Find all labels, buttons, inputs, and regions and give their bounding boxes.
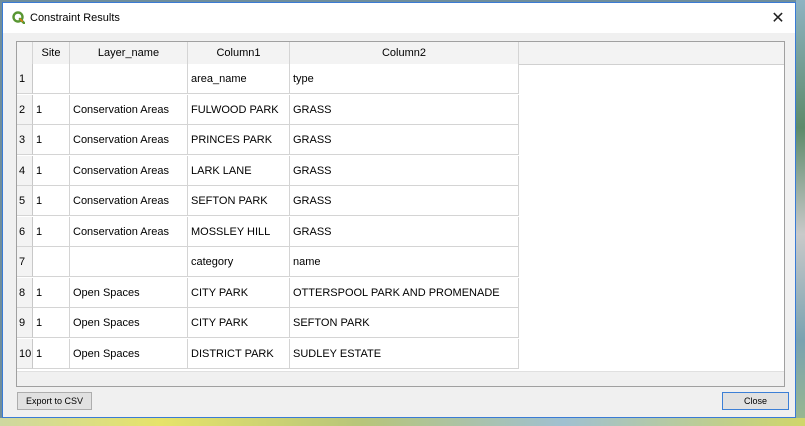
export-csv-button[interactable]: Export to CSV: [17, 392, 92, 410]
table-row[interactable]: 7 category name: [17, 247, 519, 277]
cell-column1[interactable]: category: [188, 247, 290, 277]
cell-column2[interactable]: type: [290, 64, 519, 94]
column-header-column1[interactable]: Column1: [188, 42, 290, 64]
cell-layer-name[interactable]: [70, 64, 188, 94]
cell-layer-name[interactable]: Conservation Areas: [70, 216, 188, 247]
cell-column1[interactable]: LARK LANE: [188, 155, 290, 186]
table-row[interactable]: 4 1 Conservation Areas LARK LANE GRASS: [17, 155, 519, 186]
cell-column2[interactable]: name: [290, 247, 519, 277]
table-row[interactable]: 3 1 Conservation Areas PRINCES PARK GRASS: [17, 125, 519, 155]
cell-column2[interactable]: SUDLEY ESTATE: [290, 338, 519, 369]
close-button[interactable]: Close: [722, 392, 789, 410]
cell-site[interactable]: 1: [33, 186, 70, 216]
cell-site[interactable]: [33, 247, 70, 277]
row-number[interactable]: 5: [17, 186, 33, 216]
cell-column1[interactable]: FULWOOD PARK: [188, 94, 290, 125]
row-number[interactable]: 2: [17, 94, 33, 125]
close-icon[interactable]: ✕: [767, 7, 789, 29]
table-row[interactable]: 9 1 Open Spaces CITY PARK SEFTON PARK: [17, 308, 519, 338]
row-number[interactable]: 9: [17, 308, 33, 338]
cell-column1[interactable]: PRINCES PARK: [188, 125, 290, 155]
background-map-right: [796, 0, 805, 426]
table-row[interactable]: 5 1 Conservation Areas SEFTON PARK GRASS: [17, 186, 519, 216]
table-row[interactable]: 1 area_name type: [17, 64, 519, 94]
cell-layer-name[interactable]: Conservation Areas: [70, 186, 188, 216]
horizontal-scrollbar[interactable]: [17, 371, 784, 386]
row-number[interactable]: 4: [17, 155, 33, 186]
row-number[interactable]: 8: [17, 277, 33, 308]
corner-header[interactable]: [17, 42, 33, 64]
cell-column2[interactable]: GRASS: [290, 155, 519, 186]
cell-layer-name[interactable]: Conservation Areas: [70, 125, 188, 155]
row-number[interactable]: 10: [17, 338, 33, 369]
row-number[interactable]: 6: [17, 216, 33, 247]
table-row[interactable]: 6 1 Conservation Areas MOSSLEY HILL GRASS: [17, 216, 519, 247]
results-table[interactable]: Site Layer_name Column1 Column2 1 area_na…: [16, 41, 785, 387]
cell-site[interactable]: 1: [33, 338, 70, 369]
cell-site[interactable]: 1: [33, 125, 70, 155]
cell-layer-name[interactable]: [70, 247, 188, 277]
table-header: Site Layer_name Column1 Column2: [17, 42, 784, 65]
cell-site[interactable]: 1: [33, 216, 70, 247]
table-row[interactable]: 8 1 Open Spaces CITY PARK OTTERSPOOL PARK AN…: [17, 277, 519, 308]
cell-layer-name[interactable]: Conservation Areas: [70, 94, 188, 125]
cell-column2[interactable]: GRASS: [290, 94, 519, 125]
cell-layer-name[interactable]: Conservation Areas: [70, 155, 188, 186]
row-number[interactable]: 7: [17, 247, 33, 277]
cell-layer-name[interactable]: Open Spaces: [70, 338, 188, 369]
cell-column1[interactable]: CITY PARK: [188, 308, 290, 338]
cell-column2[interactable]: GRASS: [290, 186, 519, 216]
constraint-results-dialog: Constraint Results ✕ Site Layer_name Col…: [2, 2, 796, 418]
cell-site[interactable]: 1: [33, 94, 70, 125]
cell-layer-name[interactable]: Open Spaces: [70, 308, 188, 338]
cell-column1[interactable]: SEFTON PARK: [188, 186, 290, 216]
cell-site[interactable]: 1: [33, 277, 70, 308]
table-row[interactable]: 2 1 Conservation Areas FULWOOD PARK GRASS: [17, 94, 519, 125]
row-number[interactable]: 1: [17, 64, 33, 94]
cell-site[interactable]: 1: [33, 155, 70, 186]
cell-column2[interactable]: OTTERSPOOL PARK AND PROMENADE: [290, 277, 519, 308]
cell-column1[interactable]: area_name: [188, 64, 290, 94]
qgis-icon: [12, 11, 26, 25]
cell-column2[interactable]: GRASS: [290, 216, 519, 247]
background-map-bottom: [0, 418, 805, 426]
cell-column1[interactable]: CITY PARK: [188, 277, 290, 308]
cell-layer-name[interactable]: Open Spaces: [70, 277, 188, 308]
table-row[interactable]: 10 1 Open Spaces DISTRICT PARK SUDLEY ESTATE: [17, 338, 519, 369]
cell-column2[interactable]: GRASS: [290, 125, 519, 155]
cell-site[interactable]: [33, 64, 70, 94]
cell-column1[interactable]: MOSSLEY HILL: [188, 216, 290, 247]
cell-site[interactable]: 1: [33, 308, 70, 338]
column-header-layer-name[interactable]: Layer_name: [70, 42, 188, 64]
row-number[interactable]: 3: [17, 125, 33, 155]
column-header-site[interactable]: Site: [33, 42, 70, 64]
title-bar[interactable]: Constraint Results ✕: [3, 3, 795, 33]
cell-column1[interactable]: DISTRICT PARK: [188, 338, 290, 369]
cell-column2[interactable]: SEFTON PARK: [290, 308, 519, 338]
column-header-column2[interactable]: Column2: [290, 42, 519, 64]
window-title: Constraint Results: [30, 12, 120, 24]
